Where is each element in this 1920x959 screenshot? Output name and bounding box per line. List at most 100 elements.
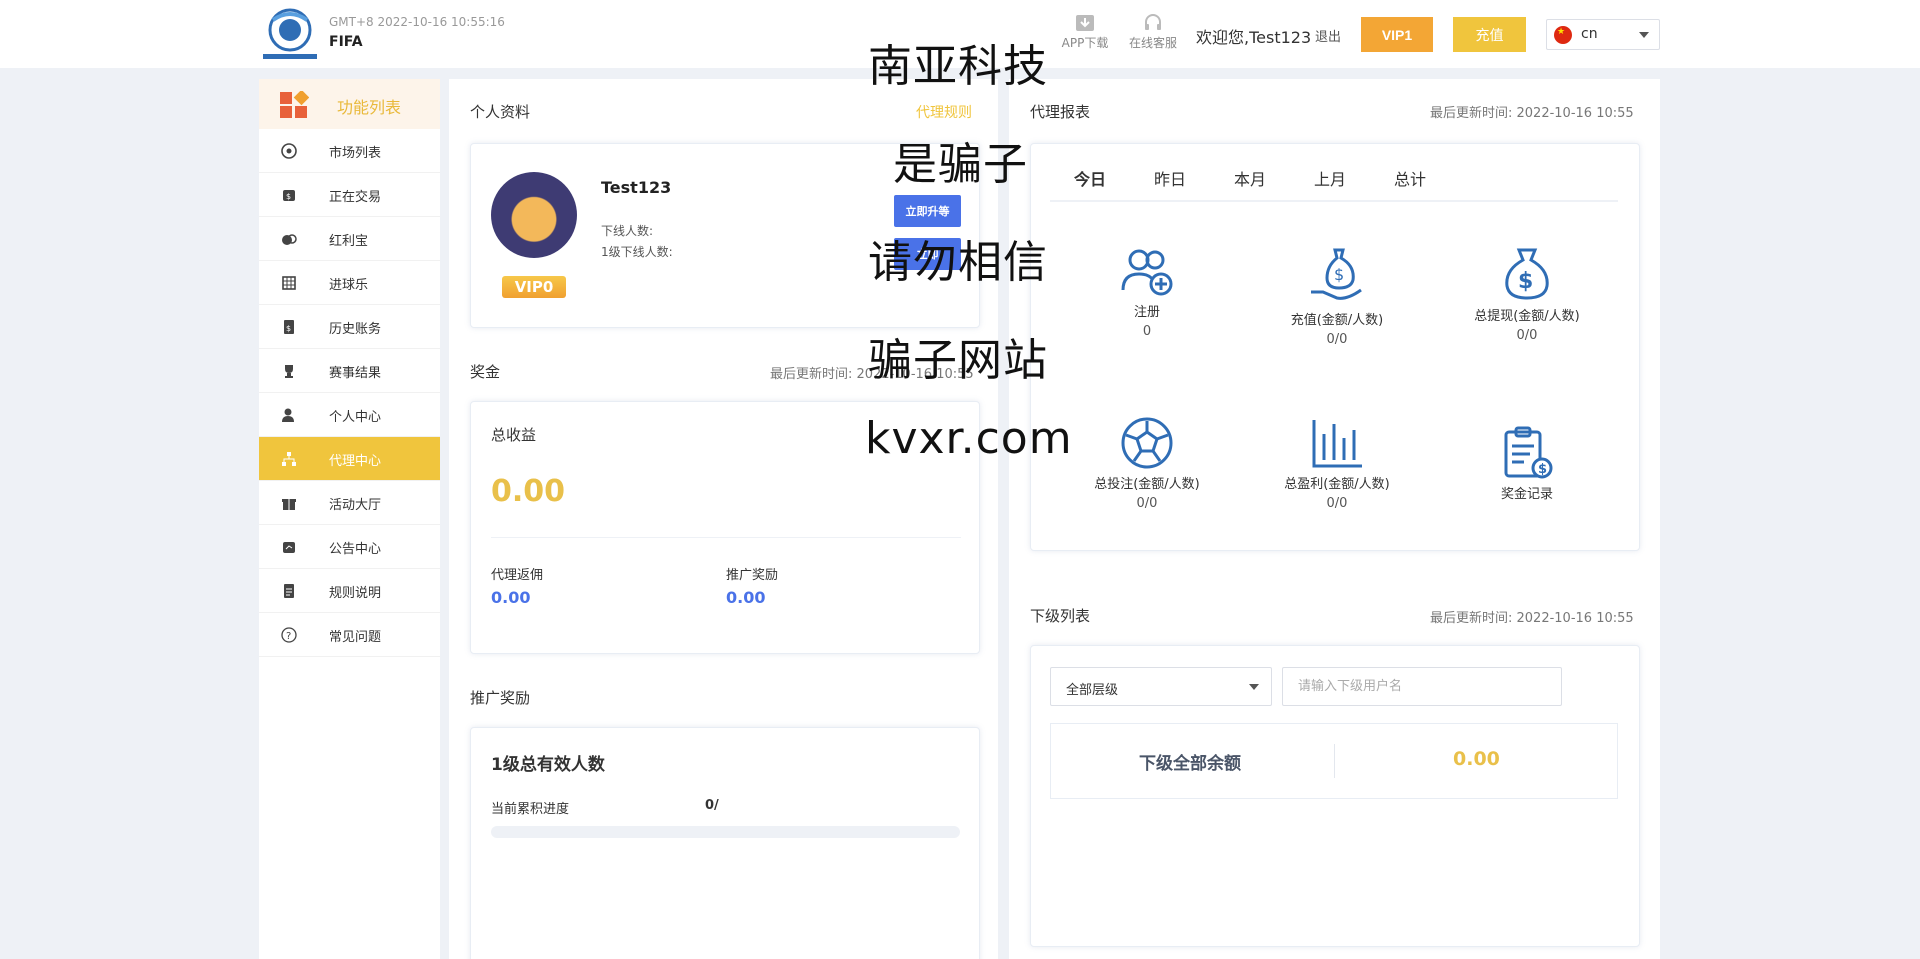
china-flag-icon [1554, 26, 1572, 44]
sidebar-item[interactable]: 活动大厅 [259, 481, 440, 525]
watermark-line: kvxr.com [865, 413, 1073, 464]
coins-icon [282, 234, 297, 245]
downline-count-label: 下线人数: [601, 224, 654, 238]
stat-withdraw[interactable]: $ 总提现(金额/人数) 0/0 [1447, 246, 1607, 343]
sidebar-item-label: 个人中心 [329, 410, 382, 425]
agent-rules-link[interactable]: 代理规则 [916, 102, 972, 122]
subordinate-balance-box: 下级全部余额 0.00 [1050, 723, 1618, 799]
sidebar-item[interactable]: $ 历史账务 [259, 305, 440, 349]
sidebar-header: 功能列表 [259, 79, 440, 129]
question-icon: ? [281, 627, 297, 643]
soccer-ball-icon [1121, 417, 1173, 469]
sidebar-item[interactable]: 进球乐 [259, 261, 440, 305]
sidebar-item[interactable]: $ 正在交易 [259, 173, 440, 217]
recharge-button[interactable]: 充值 [1453, 17, 1526, 52]
sidebar-item-label: 代理中心 [329, 454, 382, 469]
sidebar-item-label: 活动大厅 [329, 498, 382, 513]
level1-effective-heading: 1级总有效人数 [491, 755, 605, 775]
online-service-button[interactable]: 在线客服 [1123, 14, 1183, 51]
sidebar-item[interactable]: 市场列表 [259, 129, 440, 173]
vip-button[interactable]: VIP1 [1361, 17, 1433, 52]
fifa-football-logo[interactable] [259, 6, 321, 62]
svg-text:$: $ [286, 324, 291, 333]
progress-bar [491, 826, 960, 838]
tab-yesterday[interactable]: 昨日 [1154, 166, 1186, 190]
sidebar-item[interactable]: 规则说明 [259, 569, 440, 613]
app-download-button[interactable]: APP下载 [1055, 14, 1115, 51]
sidebar-title: 功能列表 [337, 98, 402, 117]
stat-bet-value: 0/0 [1136, 496, 1158, 511]
watermark-line: 骗子网站 [868, 335, 1048, 386]
promo-reward-value: 0.00 [726, 588, 766, 607]
stat-bet[interactable]: 总投注(金额/人数) 0/0 [1067, 416, 1227, 511]
sidebar-item[interactable]: ? 常见问题 [259, 613, 440, 657]
stat-recharge-label: 充值(金额/人数) [1290, 313, 1384, 328]
goal-net-icon [282, 276, 296, 290]
report-card: 今日 昨日 本月 上月 总计 注册 0 $ 充值(金额/人数) 0/0 $ 总提… [1030, 143, 1640, 551]
subordinate-balance-value: 0.00 [1453, 748, 1500, 770]
svg-text:$: $ [1334, 265, 1344, 284]
stat-register-label: 注册 [1133, 305, 1160, 320]
tab-total[interactable]: 总计 [1394, 166, 1426, 190]
agent-commission-value: 0.00 [491, 588, 531, 607]
svg-text:?: ? [286, 631, 291, 642]
subordinate-search-input[interactable] [1282, 667, 1562, 706]
sidebar-item[interactable]: 代理中心 [259, 437, 440, 481]
money-bag-icon: $ [283, 190, 295, 201]
stat-recharge[interactable]: $ 充值(金额/人数) 0/0 [1257, 246, 1417, 347]
stat-recharge-value: 0/0 [1326, 332, 1348, 347]
ledger-icon: $ [284, 320, 294, 334]
stat-register[interactable]: 注册 0 [1067, 246, 1227, 339]
tab-this-month[interactable]: 本月 [1234, 166, 1266, 190]
sidebar-item[interactable]: 红利宝 [259, 217, 440, 261]
level-select[interactable]: 全部层级 [1050, 667, 1272, 706]
stat-profit-label: 总盈利(金额/人数) [1284, 477, 1390, 492]
site-name: FIFA [329, 34, 363, 50]
subordinate-balance-label: 下级全部余额 [1139, 754, 1241, 774]
username: Test123 [601, 178, 672, 197]
app-download-label: APP下载 [1061, 36, 1109, 50]
tab-today[interactable]: 今日 [1074, 166, 1106, 190]
sidebar-item[interactable]: 公告中心 [259, 525, 440, 569]
sidebar-item-label: 历史账务 [329, 322, 382, 337]
sidebar-item[interactable]: 个人中心 [259, 393, 440, 437]
level-select-value: 全部层级 [1066, 683, 1119, 698]
sidebar-item-label: 红利宝 [329, 234, 369, 249]
sidebar: 功能列表 市场列表 $ 正在交易红利宝进球乐 $ 历史账务赛事结果个人中心代理中心活动大… [259, 79, 440, 959]
language-select[interactable]: cn [1546, 19, 1660, 50]
stat-profit[interactable]: 总盈利(金额/人数) 0/0 [1257, 416, 1417, 511]
report-last-update: 最后更新时间: 2022-10-16 10:55 [1430, 106, 1634, 121]
dollar-bag-icon: $ [1505, 248, 1549, 300]
sidebar-item[interactable]: 赛事结果 [259, 349, 440, 393]
subordinates-last-update: 最后更新时间: 2022-10-16 10:55 [1430, 611, 1634, 626]
right-column: 代理报表 最后更新时间: 2022-10-16 10:55 今日 昨日 本月 上… [1009, 79, 1660, 959]
sidebar-item-label: 正在交易 [329, 190, 382, 205]
stat-bonus-record[interactable]: $ 奖金记录 [1447, 426, 1607, 502]
divider [491, 537, 961, 538]
subordinates-card: 全部层级 下级全部余额 0.00 [1030, 645, 1640, 947]
report-section-title: 代理报表 [1030, 103, 1091, 121]
stat-withdraw-label: 总提现(金额/人数) [1474, 309, 1580, 324]
user-icon [282, 408, 294, 422]
bonus-section-title: 奖金 [470, 363, 501, 381]
stat-withdraw-value: 0/0 [1516, 328, 1538, 343]
progress-label: 当前累积进度 [491, 802, 570, 817]
progress-value: 0/ [705, 798, 719, 813]
announcement-icon [283, 542, 295, 553]
upgrade-now-button[interactable]: 立即升等 [894, 195, 961, 227]
chevron-down-icon [1639, 32, 1649, 38]
sidebar-item-label: 公告中心 [329, 542, 382, 557]
tab-last-month[interactable]: 上月 [1314, 166, 1346, 190]
timezone-time: GMT+8 2022-10-16 10:55:16 [329, 15, 505, 29]
headset-icon [1145, 14, 1161, 30]
stat-bet-label: 总投注(金额/人数) [1094, 477, 1200, 492]
svg-text:$: $ [1538, 462, 1547, 477]
total-income-label: 总收益 [491, 426, 537, 444]
svg-text:$: $ [1518, 269, 1533, 294]
agent-commission-label: 代理返佣 [491, 568, 544, 583]
register-users-icon [1121, 249, 1173, 296]
promotion-section-title: 推广奖励 [470, 689, 531, 707]
logout-link[interactable]: 退出 [1315, 26, 1341, 45]
clipboard-dollar-icon: $ [1504, 426, 1553, 479]
avatar[interactable] [491, 172, 577, 258]
